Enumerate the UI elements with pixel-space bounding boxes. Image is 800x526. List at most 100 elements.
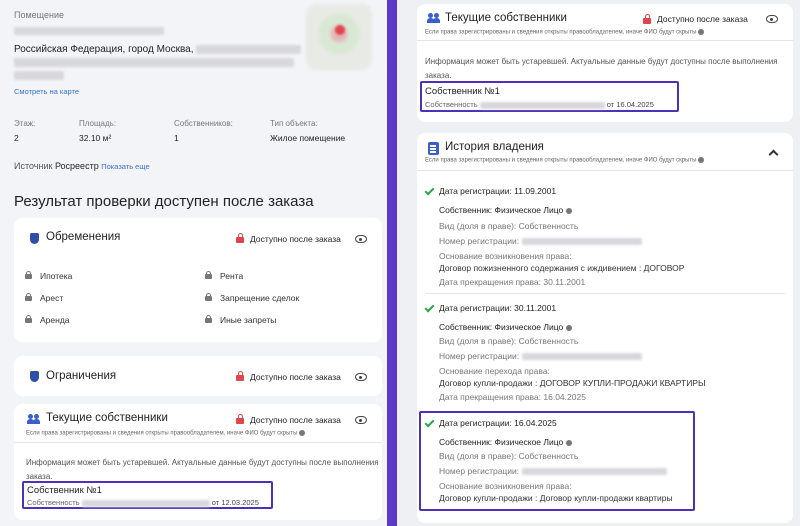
locked-label: Доступно после заказа — [250, 234, 341, 244]
history-reg-date: Дата регистрации: 30.11.2001 — [439, 303, 557, 313]
history-basis: Договор купли-продажи : Договор купли-пр… — [439, 493, 673, 503]
locked-label: Доступно после заказа — [250, 415, 341, 425]
owner-name: Собственник №1 — [27, 485, 102, 496]
show-more-link[interactable]: Показать еще — [101, 162, 149, 171]
show-on-map-link[interactable]: Смотреть на карте — [14, 87, 79, 96]
lock-icon — [205, 271, 212, 279]
address-redacted — [14, 27, 164, 35]
left-pane: Помещение Российская Федерация, город Мо… — [0, 0, 387, 526]
encumbrance-item: Ипотека — [40, 271, 73, 281]
people-icon — [427, 13, 441, 23]
current-owners-title: Текущие собственники — [445, 12, 567, 24]
lock-icon — [236, 233, 244, 243]
divider — [14, 442, 382, 443]
owner-ownership: Собственность от 12.03.2025 — [27, 498, 259, 507]
info-icon — [299, 430, 306, 436]
encumbrances-card[interactable]: Обременения Доступно после заказа Ипотек… — [14, 218, 382, 342]
address-line: Российская Федерация, город Москва, — [14, 44, 302, 55]
encumbrance-item: Рента — [220, 271, 244, 281]
history-basis-label: Основание возникновения права: — [439, 481, 572, 491]
locked-label: Доступно после заказа — [657, 14, 748, 24]
history-basis: Договор купли-продажи : ДОГОВОР КУПЛИ-ПР… — [439, 378, 706, 388]
info-icon — [565, 324, 572, 331]
map-thumbnail[interactable] — [306, 4, 372, 70]
eye-icon[interactable] — [766, 15, 778, 23]
encumbrances-title: Обременения — [46, 231, 121, 243]
owner-name: Собственник №1 — [425, 86, 500, 97]
result-title: Результат проверки доступен после заказа — [14, 193, 314, 210]
history-basis-label: Основание перехода права: — [439, 366, 550, 376]
current-owners-title: Текущие собственники — [46, 412, 168, 424]
info-icon — [698, 157, 705, 163]
lock-icon — [236, 414, 244, 424]
encumbrance-item: Арест — [40, 293, 64, 303]
history-reg-date: Дата регистрации: 11.09.2001 — [439, 186, 557, 196]
lock-icon — [25, 293, 32, 301]
history-owner: Собственник: Физическое Лицо — [439, 322, 572, 332]
stat-area: Площадь: 32.10 м² — [79, 119, 117, 143]
history-reg-number: Номер регистрации: — [439, 351, 642, 361]
restrictions-title: Ограничения — [46, 370, 117, 382]
encumbrance-item: Иные запреты — [220, 315, 277, 325]
outdated-info: Информация может быть устаревшей. Актуал… — [425, 57, 778, 80]
history-share: Вид (доля в праве): Собственность — [439, 336, 579, 346]
current-owners-card[interactable]: Текущие собственники Доступно после зака… — [417, 4, 793, 122]
map-pin-icon — [335, 25, 345, 35]
shield-icon — [30, 233, 39, 244]
ownership-history-card: История владения Если права зарегистриро… — [417, 133, 793, 523]
pane-divider — [387, 0, 397, 526]
data-source: Источник Росреестр Показать еще — [14, 161, 150, 171]
document-icon — [428, 142, 439, 155]
eye-icon[interactable] — [355, 373, 367, 381]
info-icon — [698, 29, 705, 35]
owners-note: Если права зарегистрированы и сведения о… — [26, 430, 306, 437]
right-pane: Текущие собственники Доступно после зака… — [397, 0, 800, 526]
history-owner: Собственник: Физическое Лицо — [439, 205, 572, 215]
stat-object-type: Тип объекта: Жилое помещение — [270, 119, 346, 143]
lock-icon — [25, 271, 32, 279]
current-owners-card[interactable]: Текущие собственники Доступно после зака… — [14, 404, 382, 520]
encumbrance-item: Запрещение сделок — [220, 293, 300, 303]
history-title: История владения — [445, 141, 544, 153]
owners-note: Если права зарегистрированы и сведения о… — [425, 29, 705, 36]
owner-ownership: Собственность от 16.04.2025 — [425, 100, 654, 109]
property-stats: Этаж: 2 Площадь: 32.10 м² Собственников:… — [14, 119, 374, 143]
chevron-up-icon[interactable] — [768, 149, 779, 160]
owner-highlight: Собственник №1 Собственность от 16.04.20… — [420, 81, 679, 112]
check-icon — [424, 185, 435, 196]
restrictions-card[interactable]: Ограничения Доступно после заказа — [14, 356, 382, 396]
history-share: Вид (доля в праве): Собственность — [439, 221, 579, 231]
info-icon — [565, 207, 572, 214]
shield-icon — [30, 371, 39, 382]
stat-owners: Собственников: 1 — [174, 119, 233, 143]
info-icon — [565, 439, 572, 446]
lock-icon — [25, 315, 32, 323]
lock-icon — [205, 293, 212, 301]
history-note: Если права зарегистрированы и сведения о… — [425, 157, 705, 164]
eye-icon[interactable] — [355, 416, 367, 424]
owner-highlight: Собственник №1 Собственность от 12.03.20… — [22, 481, 273, 509]
lock-icon — [236, 371, 244, 381]
address-label: Помещение — [14, 10, 64, 20]
history-end-date: Дата прекращения права: 16.04.2025 — [439, 392, 586, 402]
history-reg-number: Номер регистрации: — [439, 466, 667, 476]
history-reg-date: Дата регистрации: 16.04.2025 — [439, 418, 557, 428]
history-basis: Договор пожизненного содержания с иждиве… — [439, 263, 685, 273]
history-owner: Собственник: Физическое Лицо — [439, 437, 572, 447]
lock-icon — [205, 315, 212, 323]
divider — [417, 40, 793, 41]
encumbrance-item: Аренда — [40, 315, 70, 325]
check-icon — [424, 302, 435, 313]
history-reg-number: Номер регистрации: — [439, 236, 642, 246]
history-end-date: Дата прекращения права: 30.11.2001 — [439, 277, 586, 287]
stat-floor: Этаж: 2 — [14, 119, 36, 143]
people-icon — [27, 414, 41, 424]
lock-icon — [643, 14, 651, 24]
outdated-info: Информация может быть устаревшей. Актуал… — [26, 458, 379, 481]
divider — [425, 293, 785, 294]
history-share: Вид (доля в праве): Собственность — [439, 451, 579, 461]
divider — [417, 170, 793, 171]
locked-label: Доступно после заказа — [250, 372, 341, 382]
eye-icon[interactable] — [355, 235, 367, 243]
history-basis-label: Основание возникновения права: — [439, 251, 572, 261]
